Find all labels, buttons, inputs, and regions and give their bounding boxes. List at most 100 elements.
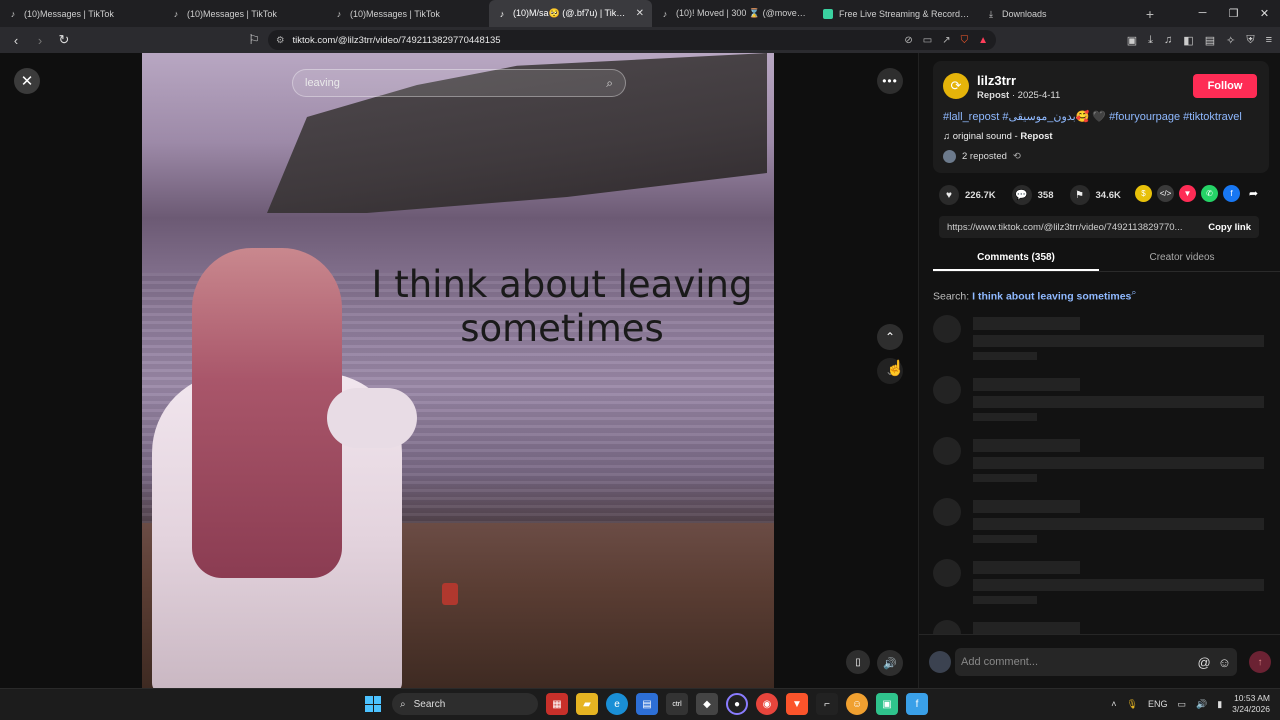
- copy-link-button[interactable]: Copy link: [1208, 222, 1251, 233]
- comment-search-hint[interactable]: Search: I think about leaving sometimes⌕: [933, 287, 1136, 303]
- address-bar[interactable]: ⚙ tiktok.com/@lilz3trr/video/74921138297…: [268, 30, 996, 50]
- emoji-icon[interactable]: ☺: [1218, 655, 1231, 670]
- taskbar-search[interactable]: ⌕ Search: [392, 693, 538, 715]
- video-player[interactable]: I think about leaving sometimes leaving …: [142, 53, 774, 688]
- chevron-up-icon: ⌃: [884, 330, 896, 344]
- windows-start-icon[interactable]: [362, 693, 384, 715]
- close-video-button[interactable]: ✕: [14, 68, 40, 94]
- video-description[interactable]: #lall_repost #بدون_موسيقى🥰 🖤 #fouryourpa…: [943, 110, 1242, 123]
- site-settings-icon[interactable]: ⚙: [276, 35, 285, 46]
- share-arrow-icon[interactable]: ➦: [1245, 185, 1262, 202]
- network-icon[interactable]: ▭: [1177, 699, 1186, 710]
- comment-icon[interactable]: 💬: [1011, 185, 1032, 205]
- battery-icon[interactable]: ▮: [1217, 699, 1222, 710]
- store-icon[interactable]: ▤: [636, 693, 658, 715]
- sound-link[interactable]: ♫ original sound - Repost: [943, 131, 1053, 142]
- wallet-icon[interactable]: ▤: [1205, 34, 1215, 47]
- notes-app-icon[interactable]: f: [906, 693, 928, 715]
- send-comment-button[interactable]: ↑: [1249, 651, 1271, 673]
- language-indicator[interactable]: ENG: [1148, 699, 1168, 709]
- reposted-info[interactable]: 2 reposted ⟲: [943, 150, 1021, 163]
- media-icon[interactable]: ♫: [1164, 34, 1172, 46]
- details-panel: ⟳ lilz3trr Repost · 2025-4-11 Follow #la…: [918, 53, 1280, 688]
- follow-button[interactable]: Follow: [1193, 74, 1257, 98]
- browser-tab[interactable]: Free Live Streaming & Recording Sof: [815, 0, 978, 27]
- comment-bar: Add comment... @ ☺ ↑: [919, 634, 1280, 688]
- coin-icon[interactable]: $: [1135, 185, 1152, 202]
- mention-icon[interactable]: @: [1198, 655, 1211, 670]
- previous-video-button[interactable]: ⌃: [877, 324, 903, 350]
- chevron-up-icon[interactable]: ˄: [1111, 699, 1116, 709]
- video-link[interactable]: https://www.tiktok.com/@lilz3trr/video/7…: [947, 222, 1192, 233]
- comment-input[interactable]: Add comment... @ ☺: [955, 648, 1237, 676]
- streaming-app-icon[interactable]: ▣: [876, 693, 898, 715]
- browser-tab[interactable]: ♪(10)! Moved | 300 ⌛ (@moved1) | Ti: [652, 0, 815, 27]
- video-search-bar[interactable]: leaving ⌕: [292, 69, 626, 97]
- maximize-icon[interactable]: ❐: [1218, 7, 1249, 20]
- microphone-icon[interactable]: 🎙: [1127, 699, 1138, 710]
- facebook-icon[interactable]: f: [1223, 185, 1240, 202]
- app-icon[interactable]: ◆: [696, 693, 718, 715]
- engagement-stats: ♥ 226.7K 💬 358 ⚑ 34.6K: [939, 185, 1131, 205]
- chat-app-icon[interactable]: ☺: [846, 693, 868, 715]
- skeleton-line: [973, 535, 1037, 543]
- leo-icon[interactable]: ✧: [1226, 34, 1235, 47]
- volume-button[interactable]: 🔊: [877, 650, 903, 676]
- vpn-icon[interactable]: ⛨: [1246, 34, 1254, 47]
- file-explorer-icon[interactable]: ▰: [576, 693, 598, 715]
- close-tab-icon[interactable]: ✕: [636, 8, 644, 19]
- skeleton-line: [973, 317, 1080, 330]
- system-tray: ˄ 🎙 ENG ▭ 🔊 ▮ 10:53 AM 3/24/2026: [1111, 693, 1270, 715]
- brave-icon[interactable]: ▼: [786, 693, 808, 715]
- arrow-up-icon: ↑: [1257, 656, 1263, 668]
- menu-icon[interactable]: ≡: [1266, 34, 1272, 46]
- cast-icon[interactable]: ▭: [923, 35, 932, 46]
- chrome-icon[interactable]: ◉: [756, 693, 778, 715]
- avatar[interactable]: ⟳: [943, 73, 969, 99]
- bookmark-icon[interactable]: ⚑: [1069, 185, 1090, 205]
- new-tab-button[interactable]: +: [1138, 6, 1162, 22]
- browser-right-tools: ▣ ⤓ ♫ ◧ ▤ ✧ ⛨ ≡: [1127, 27, 1272, 53]
- capcut-icon[interactable]: ⌐: [816, 693, 838, 715]
- author-meta: Repost · 2025-4-11: [977, 90, 1061, 101]
- browser-tab[interactable]: ⤓ Downloads: [978, 0, 1128, 27]
- reader-icon[interactable]: ◧: [1183, 34, 1193, 47]
- search-icon: ⌕: [400, 698, 406, 710]
- whatsapp-icon[interactable]: ✆: [1201, 185, 1218, 202]
- more-icon: •••: [882, 74, 898, 88]
- no-tracking-icon[interactable]: ⊘: [904, 35, 912, 46]
- obs-icon[interactable]: ●: [726, 693, 748, 715]
- search-icon[interactable]: ⌕: [606, 76, 613, 91]
- minimize-icon[interactable]: ─: [1187, 7, 1218, 20]
- back-icon[interactable]: ‹: [6, 33, 26, 48]
- browser-tab[interactable]: ♪ (10)Messages | TikTok: [326, 0, 489, 27]
- more-options-button[interactable]: •••: [877, 68, 903, 94]
- tab-creator-videos[interactable]: Creator videos: [1099, 246, 1265, 271]
- brave-rewards-icon[interactable]: ▲: [978, 35, 988, 46]
- browser-tab[interactable]: ♪ (10)Messages | TikTok: [0, 0, 163, 27]
- skeleton-line: [973, 474, 1037, 482]
- close-window-icon[interactable]: ✕: [1249, 7, 1280, 20]
- tab-comments[interactable]: Comments (358): [933, 246, 1099, 271]
- downloads-icon[interactable]: ⤓: [1148, 34, 1153, 47]
- skeleton-avatar: [933, 559, 961, 587]
- browser-tab-active[interactable]: ♪ (10)M/sa🥺 (@.bf7u) | TikTok ✕: [489, 0, 652, 27]
- browser-tab[interactable]: ♪ (10)Messages | TikTok: [163, 0, 326, 27]
- ctrl-app-icon[interactable]: ctrl: [666, 693, 688, 715]
- sidebar-panel-icon[interactable]: ▣: [1127, 34, 1137, 47]
- news-app-icon[interactable]: ▦: [546, 693, 568, 715]
- reload-icon[interactable]: ↻: [54, 32, 74, 48]
- share-icon[interactable]: ↗: [942, 35, 950, 46]
- clock[interactable]: 10:53 AM 3/24/2026: [1232, 693, 1270, 715]
- forward-icon[interactable]: ›: [30, 33, 50, 48]
- edge-icon[interactable]: e: [606, 693, 628, 715]
- picture-in-picture-button[interactable]: ▯: [846, 650, 870, 674]
- brave-shield-icon[interactable]: ⛉: [961, 35, 969, 46]
- author-name[interactable]: lilz3trr: [977, 73, 1016, 88]
- bookmark-icon[interactable]: ⚐: [244, 32, 264, 48]
- tiktok-icon: ♪: [662, 8, 668, 19]
- heart-icon[interactable]: ♥: [939, 185, 959, 205]
- embed-icon[interactable]: </>: [1157, 185, 1174, 202]
- volume-icon[interactable]: 🔊: [1196, 699, 1207, 710]
- send-icon[interactable]: ▼: [1179, 185, 1196, 202]
